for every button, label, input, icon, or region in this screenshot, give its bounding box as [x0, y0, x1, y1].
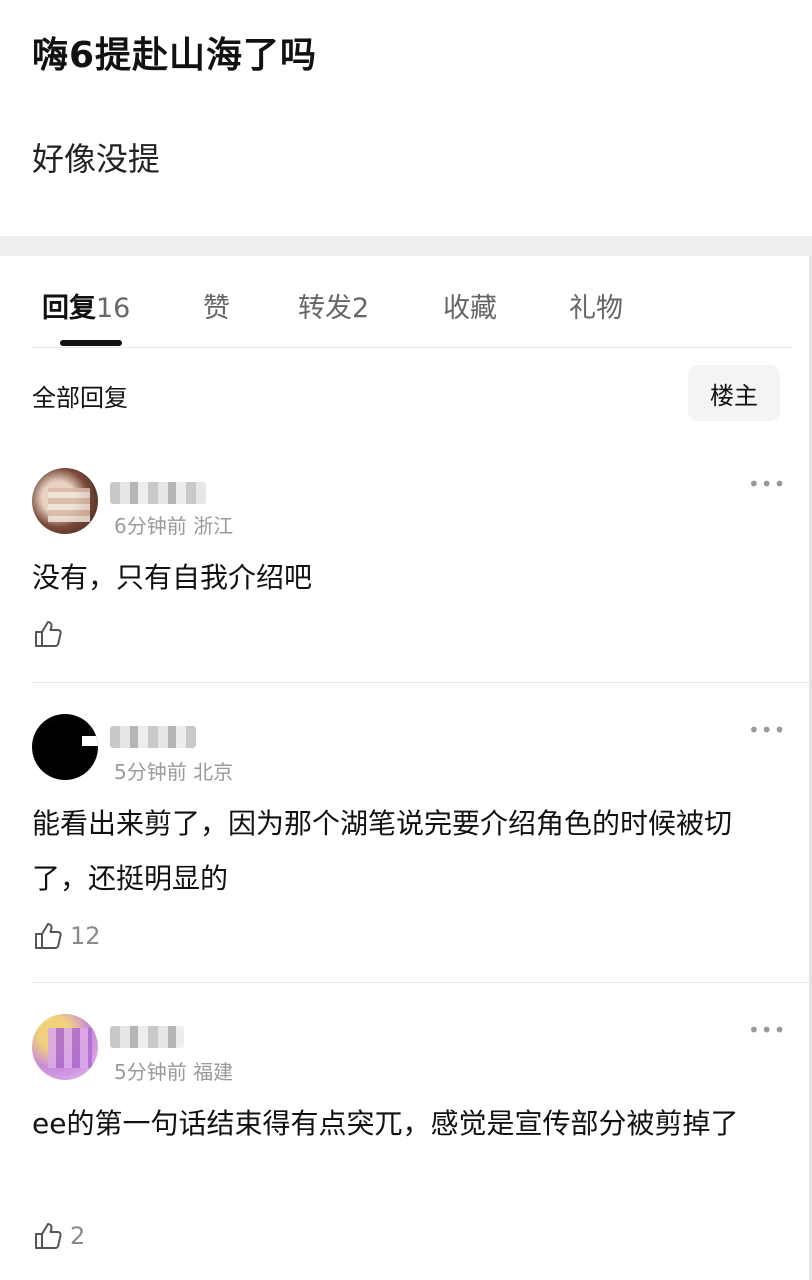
thumbs-up-icon: [32, 1220, 64, 1252]
like-count: 2: [70, 1222, 86, 1250]
thumbs-up-icon: [32, 618, 64, 650]
comment-text: 没有，只有自我介绍吧: [32, 561, 313, 594]
comment-meta: 5分钟前 福建: [114, 1060, 234, 1084]
more-horizontal-icon[interactable]: •••: [748, 1018, 786, 1042]
comment-meta: 5分钟前 北京: [114, 760, 234, 784]
divider: [32, 347, 792, 348]
tab-count: 2: [352, 293, 370, 324]
comment-text: 能看出来剪了，因为那个湖笔说完要介绍角色的时候被切了，还挺明显的: [32, 807, 733, 895]
tab-label: 礼物: [569, 293, 623, 324]
username-redacted[interactable]: [110, 726, 196, 748]
more-horizontal-icon[interactable]: •••: [748, 718, 786, 742]
like-button[interactable]: 12: [32, 920, 101, 952]
tab-label: 赞: [203, 293, 230, 324]
post-title: 嗨6提赴山海了吗: [32, 35, 318, 76]
avatar-blur: [48, 488, 90, 522]
avatar[interactable]: [32, 714, 98, 780]
tab-favorites[interactable]: 收藏: [443, 286, 497, 325]
username-redacted[interactable]: [110, 482, 206, 504]
active-tab-indicator: [60, 340, 122, 346]
op-only-filter-button[interactable]: 楼主: [688, 365, 780, 421]
tab-reposts[interactable]: 转发2: [298, 286, 369, 325]
post-body: 好像没提: [32, 140, 161, 178]
avatar[interactable]: [32, 1014, 98, 1080]
avatar-blur: [82, 736, 98, 746]
comment-meta: 6分钟前 浙江: [114, 514, 234, 538]
like-button[interactable]: [32, 618, 70, 650]
like-count: 12: [70, 922, 101, 950]
post-header: 嗨6提赴山海了吗 好像没提: [0, 0, 812, 236]
avatar[interactable]: [32, 468, 98, 534]
tab-bar: 回复16 赞 转发2 收藏 礼物: [0, 256, 812, 348]
tab-likes[interactable]: 赞: [203, 286, 230, 325]
like-button[interactable]: 2: [32, 1220, 85, 1252]
thumbs-up-icon: [32, 920, 64, 952]
divider: [32, 682, 812, 683]
section-separator: [0, 236, 812, 256]
replies-section-title: 全部回复: [32, 384, 128, 412]
tab-label: 收藏: [443, 293, 497, 324]
divider: [32, 982, 812, 983]
username-redacted[interactable]: [110, 1026, 184, 1048]
tab-count: 16: [96, 293, 131, 324]
tab-gifts[interactable]: 礼物: [569, 286, 623, 325]
avatar-blur: [48, 1028, 92, 1068]
tab-label: 转发: [298, 293, 352, 324]
tab-label: 回复: [42, 293, 96, 324]
tab-replies[interactable]: 回复16: [42, 286, 130, 325]
comment-text: ee的第一句话结束得有点突兀，感觉是宣传部分被剪掉了: [32, 1107, 739, 1140]
more-horizontal-icon[interactable]: •••: [748, 472, 786, 496]
